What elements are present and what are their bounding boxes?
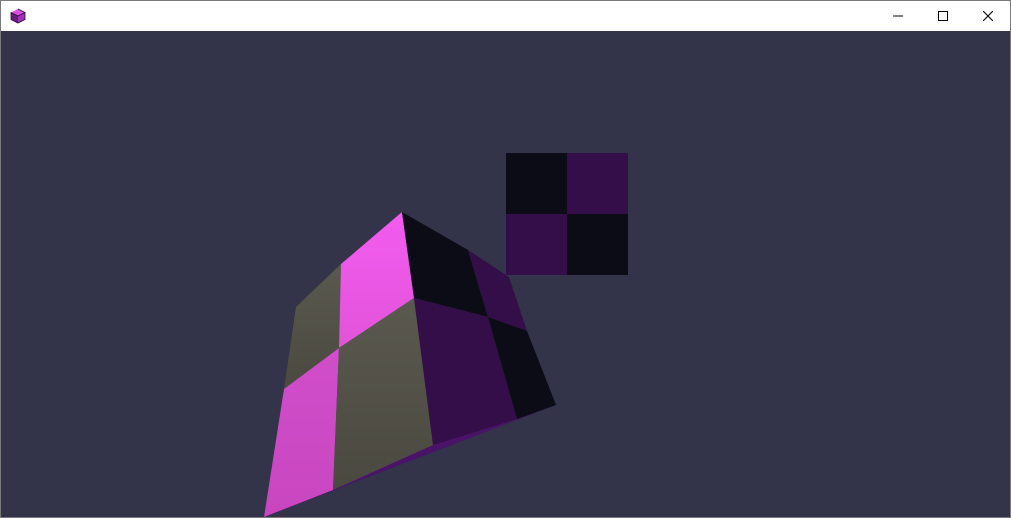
title-bar[interactable]	[1, 1, 1010, 31]
scene-background	[1, 31, 1010, 517]
close-button[interactable]	[965, 1, 1011, 31]
scene-canvas[interactable]	[1, 31, 1010, 517]
render-viewport[interactable]	[1, 31, 1010, 517]
close-icon	[983, 11, 993, 21]
minimize-button[interactable]	[875, 1, 921, 31]
app-window	[0, 0, 1011, 518]
maximize-icon	[938, 11, 948, 21]
maximize-button[interactable]	[920, 1, 966, 31]
minimize-icon	[893, 15, 903, 17]
purple-cube-icon	[10, 8, 26, 24]
checkerboard-quad	[506, 153, 628, 275]
